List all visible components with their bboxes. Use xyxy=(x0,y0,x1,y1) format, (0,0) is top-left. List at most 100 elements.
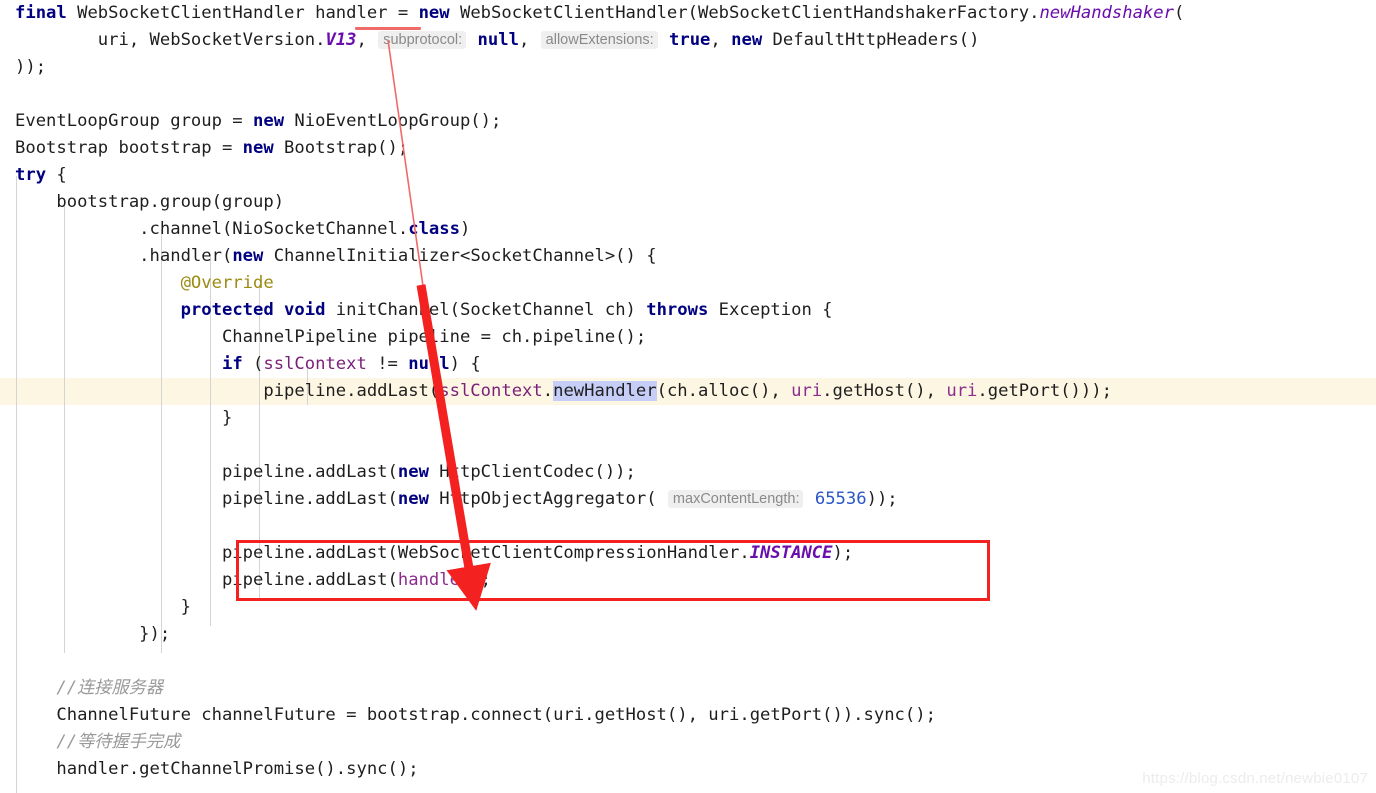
parameter-hint-chip: maxContentLength: xyxy=(667,490,804,508)
code-line[interactable]: .channel(NioSocketChannel.class) xyxy=(0,216,1376,243)
code-token: WebSocketClientHandler handler = xyxy=(66,3,419,23)
code-line[interactable]: ChannelPipeline pipeline = ch.pipeline()… xyxy=(0,324,1376,351)
code-token: @Override xyxy=(180,273,274,293)
code-token: final xyxy=(15,3,67,23)
code-token: new xyxy=(731,30,763,50)
code-token: , xyxy=(356,30,378,50)
code-token: try xyxy=(15,165,47,185)
code-token: , xyxy=(710,30,732,50)
code-line[interactable]: pipeline.addLast(new HttpClientCodec()); xyxy=(0,459,1376,486)
code-token: pipeline.addLast( xyxy=(15,462,398,482)
code-line[interactable]: EventLoopGroup group = new NioEventLoopG… xyxy=(0,108,1376,135)
code-token: } xyxy=(15,408,233,428)
code-token: true xyxy=(669,30,711,50)
code-token: .getPort())); xyxy=(977,381,1112,401)
code-token: V13 xyxy=(325,30,357,50)
code-token: pipeline.addLast( xyxy=(15,570,398,590)
code-token: EventLoopGroup group = xyxy=(15,111,253,131)
code-token: new xyxy=(397,462,429,482)
code-line[interactable]: bootstrap.group(group) xyxy=(0,189,1376,216)
code-token: 65536 xyxy=(814,489,867,509)
code-token: ChannelFuture channelFuture = bootstrap.… xyxy=(15,705,936,725)
code-line[interactable] xyxy=(0,432,1376,459)
code-token: new xyxy=(418,3,450,23)
code-token: Bootstrap(); xyxy=(273,138,409,158)
code-line[interactable]: try { xyxy=(0,162,1376,189)
code-token: Exception { xyxy=(708,300,833,320)
code-line[interactable]: .handler(new ChannelInitializer<SocketCh… xyxy=(0,243,1376,270)
code-line[interactable]: pipeline.addLast(WebSocketClientCompress… xyxy=(0,540,1376,567)
code-line[interactable]: if (sslContext != null) { xyxy=(0,351,1376,378)
code-token: initChannel(SocketChannel ch) xyxy=(325,300,647,320)
code-token: uri xyxy=(791,381,823,401)
code-line[interactable] xyxy=(0,513,1376,540)
code-token: class xyxy=(408,219,460,239)
code-token: INSTANCE xyxy=(749,543,833,563)
code-line[interactable]: protected void initChannel(SocketChannel… xyxy=(0,297,1376,324)
code-token: pipeline.addLast(WebSocketClientCompress… xyxy=(15,543,750,563)
code-line[interactable]: ChannelFuture channelFuture = bootstrap.… xyxy=(0,702,1376,729)
code-token: ) { xyxy=(449,354,481,374)
code-line[interactable] xyxy=(0,648,1376,675)
code-token: new xyxy=(232,246,264,266)
code-token: ( xyxy=(1173,3,1185,23)
code-token: handler xyxy=(397,570,471,590)
code-token: bootstrap.group(group) xyxy=(15,192,285,212)
code-token: != xyxy=(366,354,409,374)
code-token: new xyxy=(242,138,274,158)
code-token: ChannelInitializer<SocketChannel>() { xyxy=(263,246,657,266)
code-token: //等待握手完成 xyxy=(56,732,181,752)
code-token: ); xyxy=(470,570,492,590)
code-token: sslContext xyxy=(439,381,543,401)
code-token: { xyxy=(46,165,67,185)
code-token: Bootstrap bootstrap = xyxy=(15,138,243,158)
parameter-hint-chip: allowExtensions: xyxy=(540,31,658,49)
code-line[interactable]: uri, WebSocketVersion.V13, subprotocol: … xyxy=(0,27,1376,54)
code-token: ChannelPipeline pipeline = ch.pipeline()… xyxy=(15,327,647,347)
code-token: newHandler xyxy=(553,381,657,401)
code-token: ( xyxy=(242,354,264,374)
code-line[interactable]: final WebSocketClientHandler handler = n… xyxy=(0,0,1376,27)
code-token: .getHost(), xyxy=(822,381,947,401)
code-line[interactable]: pipeline.addLast(handler); xyxy=(0,567,1376,594)
watermark-url: https://blog.csdn.net/newbie0107 xyxy=(1142,770,1368,787)
code-token: (ch.alloc(), xyxy=(656,381,792,401)
code-line[interactable]: )); xyxy=(0,54,1376,81)
code-line[interactable]: pipeline.addLast(sslContext.newHandler(c… xyxy=(0,378,1376,405)
code-token: pipeline.addLast( xyxy=(15,489,398,509)
code-token: null xyxy=(477,30,519,50)
code-line[interactable]: } xyxy=(0,594,1376,621)
code-line[interactable] xyxy=(0,81,1376,108)
code-token: , xyxy=(518,30,540,50)
code-token: HttpObjectAggregator( xyxy=(428,489,667,509)
code-token: new xyxy=(253,111,285,131)
code-token: handler.getChannelPromise().sync(); xyxy=(15,759,419,779)
code-line[interactable]: @Override xyxy=(0,270,1376,297)
code-token: if xyxy=(221,354,243,374)
code-token: WebSocketClientHandler(WebSocketClientHa… xyxy=(449,3,1040,23)
code-editor-canvas[interactable]: final WebSocketClientHandler handler = n… xyxy=(0,0,1376,793)
code-token: protected void xyxy=(180,300,326,320)
code-line[interactable]: } xyxy=(0,405,1376,432)
code-line[interactable]: //连接服务器 xyxy=(0,675,1376,702)
code-line[interactable]: pipeline.addLast(new HttpObjectAggregato… xyxy=(0,486,1376,513)
code-token: ); xyxy=(832,543,854,563)
code-token: sslContext xyxy=(263,354,367,374)
code-token: NioEventLoopGroup(); xyxy=(284,111,502,131)
code-line[interactable]: }); xyxy=(0,621,1376,648)
code-token: throws xyxy=(646,300,709,320)
code-token: newHandshaker xyxy=(1039,3,1174,23)
code-token: )); xyxy=(866,489,898,509)
code-token: . xyxy=(542,381,554,401)
code-line[interactable]: //等待握手完成 xyxy=(0,729,1376,756)
code-token: } xyxy=(15,597,191,617)
code-line[interactable]: Bootstrap bootstrap = new Bootstrap(); xyxy=(0,135,1376,162)
code-token: null xyxy=(408,354,450,374)
